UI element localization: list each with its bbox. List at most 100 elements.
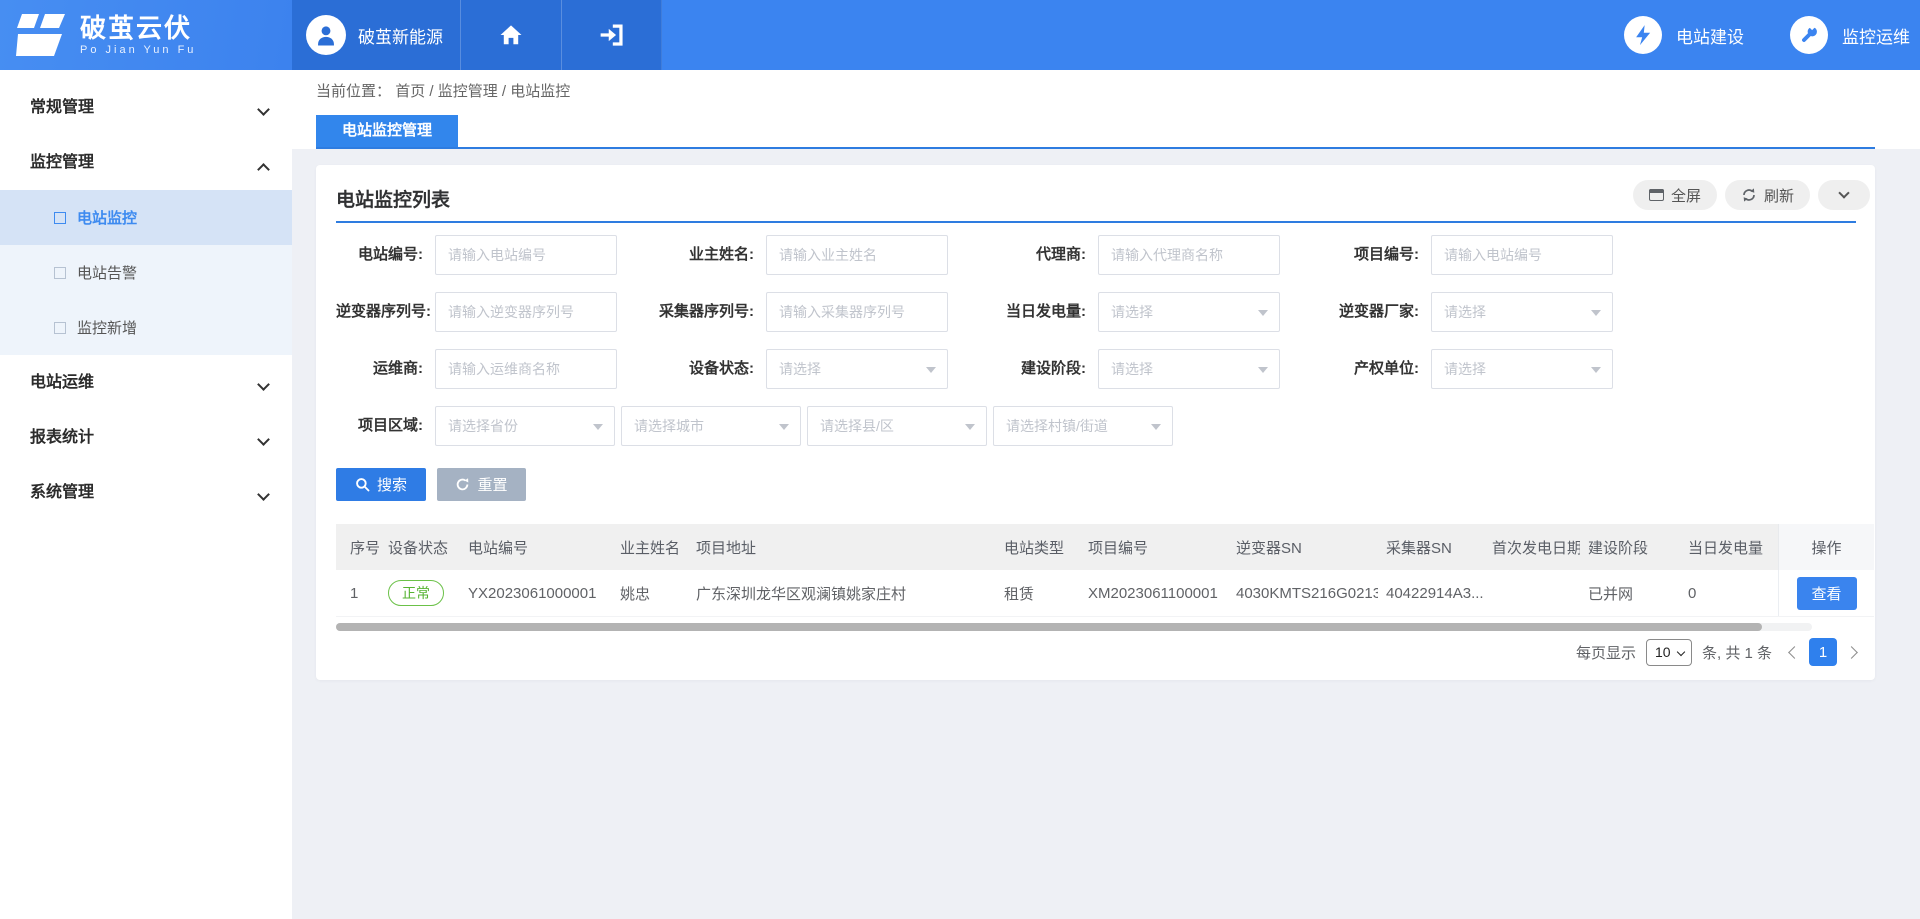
tab-station-monitor-mgmt[interactable]: 电站监控管理 xyxy=(316,115,458,147)
breadcrumb-home[interactable]: 首页 xyxy=(395,83,425,100)
sidebar-subitem-label: 电站监控 xyxy=(77,207,137,228)
col-action: 操作 xyxy=(1778,524,1874,570)
sidebar-item-report-stats[interactable]: 报表统计 xyxy=(0,410,292,465)
sidebar-subitem-label: 监控新增 xyxy=(77,317,137,338)
collapse-button[interactable] xyxy=(1818,180,1870,210)
province-select[interactable]: 请选择省份 xyxy=(435,406,615,446)
col-index: 序号 xyxy=(336,524,380,570)
select-placeholder: 请选择 xyxy=(1111,304,1153,320)
nav-label: 监控运维 xyxy=(1842,23,1910,48)
reset-button[interactable]: 重置 xyxy=(437,468,526,501)
prev-page-button[interactable] xyxy=(1788,646,1801,659)
station-monitor-panel: 电站监控列表 全屏 刷新 xyxy=(316,165,1875,680)
horizontal-scrollbar[interactable] xyxy=(336,623,1812,631)
breadcrumb-separator: / xyxy=(429,83,433,100)
title-underline xyxy=(336,221,1856,223)
sidebar-submenu: 电站监控 电站告警 监控新增 xyxy=(0,190,292,355)
lightning-icon xyxy=(1632,24,1654,46)
breadcrumb-monitor-mgmt[interactable]: 监控管理 xyxy=(438,83,498,100)
inverter-vendor-select[interactable]: 请选择 xyxy=(1431,292,1613,332)
filter-label: 运维商: xyxy=(336,349,435,389)
fullscreen-button[interactable]: 全屏 xyxy=(1633,180,1717,210)
sign-in-button[interactable] xyxy=(561,0,662,70)
filter-label: 逆变器厂家: xyxy=(1280,292,1431,332)
owner-name-input[interactable] xyxy=(766,235,948,275)
agent-input[interactable] xyxy=(1098,235,1280,275)
station-no-input[interactable] xyxy=(435,235,617,275)
cell-type: 租赁 xyxy=(996,570,1080,616)
project-no-input[interactable] xyxy=(1431,235,1613,275)
sidebar-item-station-ops[interactable]: 电站运维 xyxy=(0,355,292,410)
ops-vendor-input[interactable] xyxy=(435,349,617,389)
sidebar-item-monitor-mgmt[interactable]: 监控管理 xyxy=(0,135,292,190)
select-placeholder: 请选择村镇/街道 xyxy=(1006,418,1108,434)
cell-station-no: YX2023061000001 xyxy=(460,570,612,616)
sidebar-subitem-station-monitor[interactable]: 电站监控 xyxy=(0,190,292,245)
view-button[interactable]: 查看 xyxy=(1797,577,1857,610)
brand-logo-icon xyxy=(16,12,68,58)
panel-actions: 全屏 刷新 xyxy=(1633,180,1870,210)
property-unit-select[interactable]: 请选择 xyxy=(1431,349,1613,389)
reset-label: 重置 xyxy=(477,474,507,495)
breadcrumb: 当前位置： 首页 / 监控管理 / 电站监控 xyxy=(316,80,570,101)
panel-title: 电站监控列表 xyxy=(336,185,450,212)
refresh-button[interactable]: 刷新 xyxy=(1725,180,1810,210)
table-row: 1 正常 YX2023061000001 姚忠 广东深圳龙华区观澜镇姚家庄村 租… xyxy=(336,570,1874,617)
per-page-select[interactable]: 10 xyxy=(1646,639,1692,666)
city-select[interactable]: 请选择城市 xyxy=(621,406,801,446)
region-selects: 请选择省份 请选择城市 请选择县/区 请选择村镇/街道 xyxy=(435,406,1613,446)
col-owner: 业主姓名 xyxy=(612,524,688,570)
sidebar-item-system-mgmt[interactable]: 系统管理 xyxy=(0,465,292,520)
sidebar-subitem-monitor-add[interactable]: 监控新增 xyxy=(0,300,292,355)
user-menu[interactable]: 破茧新能源 xyxy=(292,0,460,70)
search-label: 搜索 xyxy=(377,474,407,495)
filter-label: 建设阶段: xyxy=(948,349,1098,389)
cell-address: 广东深圳龙华区观澜镇姚家庄村 xyxy=(688,570,996,616)
select-placeholder: 请选择 xyxy=(779,361,821,377)
breadcrumb-bar: 当前位置： 首页 / 监控管理 / 电站监控 电站监控管理 xyxy=(292,70,1920,149)
caret-down-icon xyxy=(779,424,789,430)
user-icon xyxy=(313,22,339,48)
sidebar-subitem-station-alarm[interactable]: 电站告警 xyxy=(0,245,292,300)
next-page-button[interactable] xyxy=(1845,646,1858,659)
cell-inverter-sn: 4030KMTS216G0213... xyxy=(1228,570,1378,616)
select-placeholder: 请选择 xyxy=(1444,361,1486,377)
home-button[interactable] xyxy=(460,0,561,70)
county-select[interactable]: 请选择县/区 xyxy=(807,406,987,446)
chevron-down-icon xyxy=(257,433,270,446)
collector-sn-input[interactable] xyxy=(766,292,948,332)
nav-station-construction[interactable]: 电站建设 xyxy=(1624,16,1744,54)
page-1-button[interactable]: 1 xyxy=(1809,638,1837,666)
fullscreen-icon xyxy=(1649,189,1664,201)
town-select[interactable]: 请选择村镇/街道 xyxy=(993,406,1173,446)
sidebar-item-label: 报表统计 xyxy=(30,429,94,446)
daily-energy-select[interactable]: 请选择 xyxy=(1098,292,1280,332)
filter-label: 逆变器序列号: xyxy=(336,292,435,332)
tab-underline xyxy=(316,147,1875,149)
filter-label: 采集器序列号: xyxy=(617,292,766,332)
cell-daily-energy: 0 xyxy=(1680,570,1778,616)
sidebar-item-general-mgmt[interactable]: 常规管理 xyxy=(0,80,292,135)
filter-label: 当日发电量: xyxy=(948,292,1098,332)
caret-down-icon xyxy=(1258,310,1268,316)
search-button[interactable]: 搜索 xyxy=(336,468,426,501)
filter-label: 项目区域: xyxy=(336,406,435,446)
caret-down-icon xyxy=(1591,310,1601,316)
build-stage-select[interactable]: 请选择 xyxy=(1098,349,1280,389)
square-icon xyxy=(54,267,66,279)
cell-project-no: XM2023061100001 xyxy=(1080,570,1228,616)
caret-down-icon xyxy=(1151,424,1161,430)
nav-label: 电站建设 xyxy=(1676,23,1744,48)
cell-status: 正常 xyxy=(380,570,460,616)
inverter-sn-input[interactable] xyxy=(435,292,617,332)
scrollbar-thumb[interactable] xyxy=(336,623,1762,631)
brand-title: 破茧云伏 xyxy=(80,14,196,42)
breadcrumb-separator: / xyxy=(502,83,506,100)
nav-monitor-ops[interactable]: 监控运维 xyxy=(1790,16,1910,54)
select-placeholder: 请选择 xyxy=(1444,304,1486,320)
top-bar: 破茧云伏 Po Jian Yun Fu 破茧新能源 xyxy=(0,0,1920,70)
device-status-select[interactable]: 请选择 xyxy=(766,349,948,389)
brand-logo[interactable]: 破茧云伏 Po Jian Yun Fu xyxy=(0,0,292,70)
select-placeholder: 请选择县/区 xyxy=(820,418,894,434)
reset-icon xyxy=(455,477,470,492)
